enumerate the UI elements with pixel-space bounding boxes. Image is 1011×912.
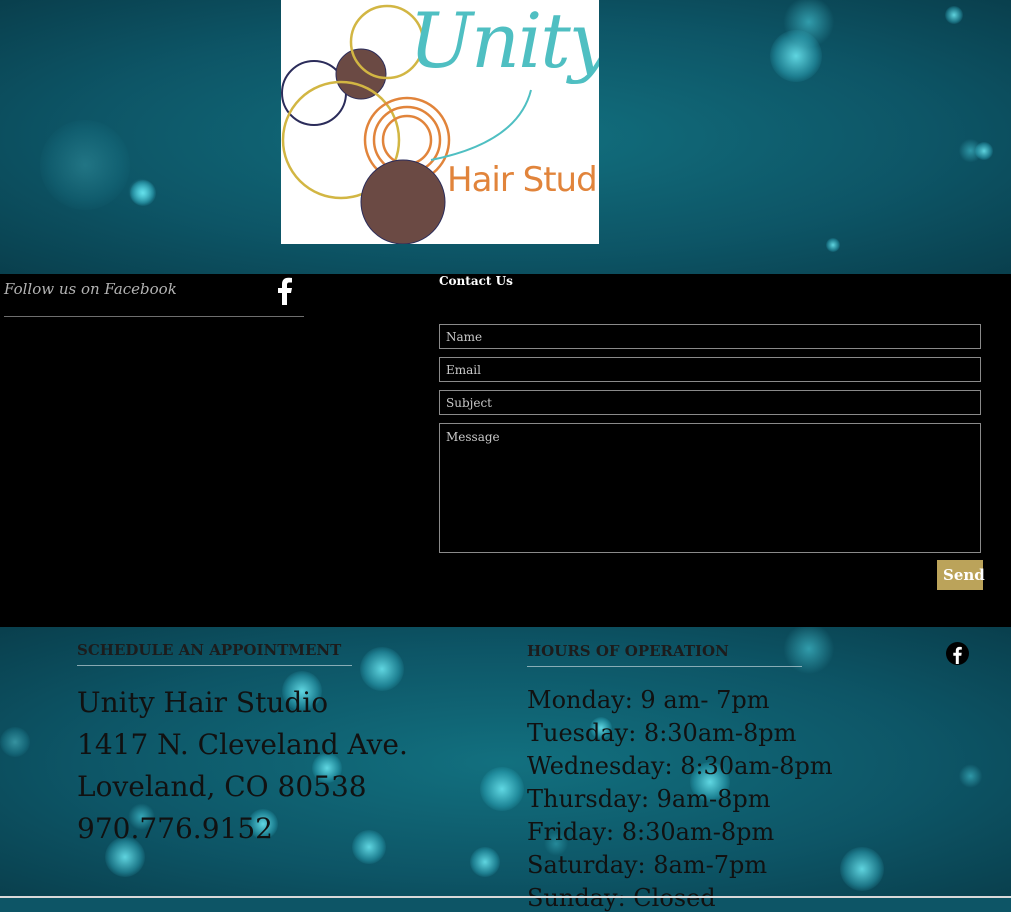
hours-title: HOURS OF OPERATION — [527, 642, 729, 660]
footer-background — [0, 627, 1011, 898]
bokeh-dot — [975, 142, 993, 160]
bokeh-dot — [826, 238, 840, 252]
header-background: Unity Hair Studio — [0, 0, 1011, 274]
bokeh-dot — [0, 727, 30, 757]
appointment-title: SCHEDULE AN APPOINTMENT — [77, 641, 342, 659]
bokeh-dot — [840, 847, 884, 891]
name-input[interactable] — [439, 324, 981, 349]
hours-tuesday: Tuesday: 8:30am-8pm — [527, 719, 797, 747]
bokeh-dot — [352, 830, 386, 864]
bokeh-dot — [470, 847, 500, 877]
hours-monday: Monday: 9 am- 7pm — [527, 686, 770, 714]
hours-wednesday: Wednesday: 8:30am-8pm — [527, 752, 833, 780]
contact-section: Follow us on Facebook Contact Us Send — [0, 274, 1011, 627]
hours-thursday: Thursday: 9am-8pm — [527, 785, 771, 813]
hours-saturday: Saturday: 8am-7pm — [527, 851, 768, 879]
hours-friday: Friday: 8:30am-8pm — [527, 818, 775, 846]
logo-tagline: Hair Studio — [447, 160, 599, 200]
address-street: 1417 N. Cleveland Ave. — [77, 728, 408, 761]
bokeh-dot — [770, 30, 822, 82]
contact-title: Contact Us — [439, 274, 513, 288]
subject-input[interactable] — [439, 390, 981, 415]
send-button[interactable]: Send — [937, 560, 985, 590]
bokeh-dot — [130, 180, 156, 206]
appointment-divider — [77, 665, 352, 666]
logo-wordmark: Unity — [409, 0, 599, 85]
facebook-circle-icon[interactable] — [946, 642, 969, 665]
hours-sunday: Sunday: Closed — [527, 884, 716, 912]
bokeh-dot — [945, 6, 963, 24]
address-city: Loveland, CO 80538 — [77, 770, 367, 803]
message-textarea[interactable] — [439, 423, 981, 553]
follow-divider — [4, 316, 304, 317]
email-input[interactable] — [439, 357, 981, 382]
hours-divider — [527, 666, 802, 667]
phone-number[interactable]: 970.776.9152 — [77, 812, 273, 845]
bokeh-dot — [40, 120, 130, 210]
address-business-name: Unity Hair Studio — [77, 686, 329, 719]
bokeh-dot — [480, 767, 524, 811]
follow-facebook-label: Follow us on Facebook — [4, 280, 177, 298]
facebook-f-icon[interactable] — [272, 277, 298, 305]
logo[interactable]: Unity Hair Studio — [281, 0, 599, 244]
bokeh-dot — [360, 647, 404, 691]
